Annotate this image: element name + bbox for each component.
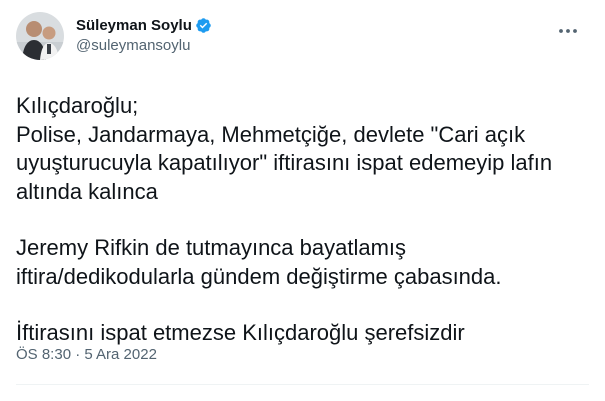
tweet-text: Kılıçdaroğlu; Polise, Jandarmaya, Mehmet… [16,92,589,348]
tweet-line: Kılıçdaroğlu; [16,93,139,118]
name-row: Süleyman Soylu [76,16,589,35]
tweet-header: Süleyman Soylu @suleymansoylu [16,12,589,60]
author-handle[interactable]: @suleymansoylu [76,37,589,54]
verified-badge-icon [195,17,212,34]
tweet-line: Polise, Jandarmaya, Mehmetçiğe, devlete … [16,121,526,147]
more-options-icon[interactable] [557,20,579,42]
author-display-name[interactable]: Süleyman Soylu [76,17,192,34]
tweet-line: İftirasını ispat etmezse Kılıçdaroğlu şe… [16,320,465,345]
tweet-line: Jeremy Rifkin de tutmayınca bayatlamış [16,235,407,260]
tweet-timestamp[interactable]: ÖS 8:30 · 5 Ara 2022 [16,346,157,363]
avatar[interactable] [16,12,64,60]
avatar-photo [16,12,64,60]
tweet-line: altında kalınca [16,178,158,204]
author-info: Süleyman Soylu @suleymansoylu [76,12,589,54]
tweet-line: uyuşturucuyla kapatılıyor" iftirasını is… [16,150,553,175]
divider [16,384,589,385]
tweet-card: Süleyman Soylu @suleymansoylu Kılıçdaroğ… [0,0,605,401]
tweet-line: iftira/dedikodularla gündem değiştirme ç… [16,263,502,289]
